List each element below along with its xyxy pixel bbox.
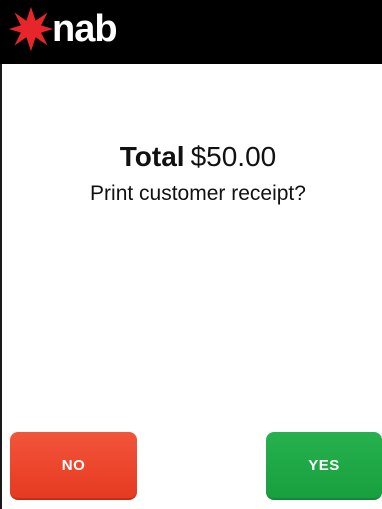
yes-button[interactable]: YES	[266, 432, 382, 500]
payment-terminal-screen: nab Total $50.00 Print customer receipt? …	[0, 0, 382, 509]
header-bar: nab	[0, 0, 382, 64]
screen-edge	[0, 0, 2, 509]
yes-button-label: YES	[308, 456, 340, 474]
total-label: Total	[119, 141, 185, 172]
print-receipt-prompt: Print customer receipt?	[90, 181, 306, 205]
total-amount: $50.00	[190, 141, 277, 172]
no-button[interactable]: NO	[10, 432, 137, 500]
nab-logo: nab	[8, 6, 118, 52]
nab-star-icon	[8, 6, 54, 52]
receipt-prompt-panel: Total $50.00 Print customer receipt?	[0, 140, 382, 206]
brand-name: nab	[52, 8, 118, 50]
total-line: Total $50.00	[14, 140, 382, 174]
no-button-label: NO	[61, 456, 86, 474]
